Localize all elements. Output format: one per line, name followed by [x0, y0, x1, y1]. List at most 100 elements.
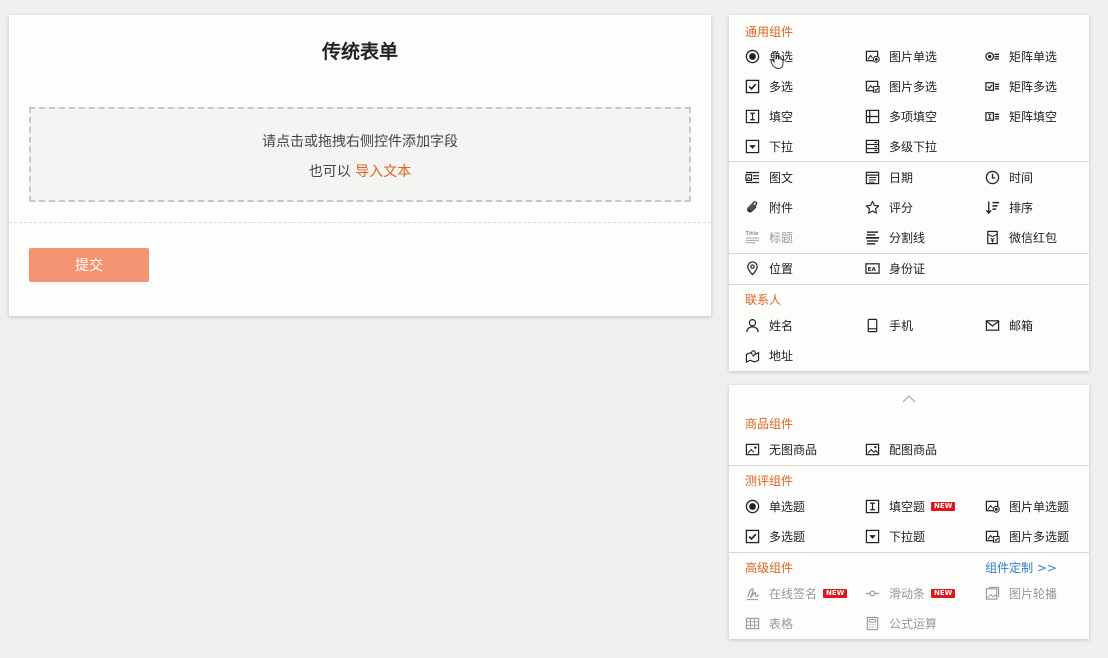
- table-icon: [745, 616, 760, 631]
- component-phone[interactable]: 手机: [865, 315, 913, 335]
- import-hint: 也可以 导入文本: [31, 161, 689, 181]
- component-eval-multi-choice[interactable]: 多选题: [745, 526, 805, 546]
- section-title-contact: 联系人: [745, 293, 782, 307]
- component-id-card[interactable]: EA 身份证: [865, 258, 925, 278]
- component-panel-basic: 通用组件 单选 图片单选 矩阵单选 多选 图片多选 矩阵多选 填空 多项填空 矩…: [729, 15, 1089, 371]
- image-radio-icon: [865, 49, 880, 64]
- section-divider: [729, 253, 1089, 254]
- component-table[interactable]: 表格: [745, 613, 793, 633]
- component-matrix-multi-choice[interactable]: 矩阵多选: [985, 76, 1057, 96]
- component-image-text[interactable]: 图文: [745, 167, 793, 187]
- image-text-icon: [745, 170, 760, 185]
- import-text-link[interactable]: 导入文本: [355, 164, 411, 180]
- calculator-icon: [865, 616, 880, 631]
- component-eval-single-choice[interactable]: 单选题: [745, 496, 805, 516]
- section-divider: [729, 284, 1089, 285]
- divider-icon: [865, 230, 880, 245]
- red-packet-icon: [985, 230, 1000, 245]
- submit-button[interactable]: 提交: [29, 248, 149, 282]
- component-formula[interactable]: 公式运算: [865, 613, 937, 633]
- component-multi-choice[interactable]: 多选: [745, 76, 793, 96]
- component-attachment[interactable]: 附件: [745, 197, 793, 217]
- paperclip-icon: [745, 200, 760, 215]
- component-matrix-fill-blank[interactable]: 矩阵填空: [985, 106, 1057, 126]
- dropdown-icon: [865, 529, 880, 544]
- component-time[interactable]: 时间: [985, 167, 1033, 187]
- matrix-field-icon: [985, 109, 1000, 124]
- component-date[interactable]: 日期: [865, 167, 913, 187]
- collapse-chevron-up-icon[interactable]: [901, 393, 917, 405]
- component-eval-fill-blank[interactable]: 填空题 NEW: [865, 496, 956, 516]
- mobile-phone-icon: [865, 318, 880, 333]
- signature-icon: [745, 586, 760, 601]
- component-single-choice[interactable]: 单选: [745, 46, 793, 66]
- component-dropdown[interactable]: 下拉: [745, 136, 793, 156]
- component-eval-dropdown[interactable]: 下拉题: [865, 526, 925, 546]
- component-image-multi-choice[interactable]: 图片多选: [865, 76, 937, 96]
- map-pin-icon: [745, 348, 760, 363]
- radio-icon: [745, 499, 760, 514]
- dropdown-icon: [745, 139, 760, 154]
- section-divider: [729, 161, 1089, 162]
- section-divider: [729, 465, 1089, 466]
- matrix-radio-icon: [985, 49, 1000, 64]
- component-eval-image-multi-choice[interactable]: 图片多选题: [985, 526, 1069, 546]
- matrix-checkbox-icon: [985, 79, 1000, 94]
- component-wechat-red-packet[interactable]: 微信红包: [985, 227, 1057, 247]
- new-badge: NEW: [823, 588, 848, 598]
- drop-hint: 请点击或拖拽右侧控件添加字段: [262, 134, 458, 150]
- svg-text:Title: Title: [745, 231, 758, 237]
- form-card: 传统表单 请点击或拖拽右侧控件添加字段 也可以 导入文本 提交: [9, 15, 711, 316]
- component-multi-fill-blank[interactable]: 多项填空: [865, 106, 937, 126]
- component-online-signature[interactable]: 在线签名 NEW: [745, 583, 848, 603]
- calendar-icon: [865, 170, 880, 185]
- component-panel-advanced: 商品组件 无图商品 配图商品 测评组件 单选题 填空题 NEW 图片单选题 多选…: [729, 385, 1089, 639]
- slider-icon: [865, 586, 880, 601]
- component-matrix-single-choice[interactable]: 矩阵单选: [985, 46, 1057, 66]
- component-goods-no-image[interactable]: 无图商品: [745, 439, 817, 459]
- radio-icon: [745, 49, 760, 64]
- component-name[interactable]: 姓名: [745, 315, 793, 335]
- component-email[interactable]: 邮箱: [985, 315, 1033, 335]
- component-cascade-dropdown[interactable]: 多级下拉: [865, 136, 937, 156]
- new-badge: NEW: [931, 501, 956, 511]
- clock-icon: [985, 170, 1000, 185]
- component-fill-blank[interactable]: 填空: [745, 106, 793, 126]
- component-goods-with-image[interactable]: 配图商品: [865, 439, 937, 459]
- component-image-carousel[interactable]: 图片轮播: [985, 583, 1057, 603]
- person-icon: [745, 318, 760, 333]
- star-icon: [865, 200, 880, 215]
- image-radio-icon: [985, 499, 1000, 514]
- drop-zone[interactable]: 请点击或拖拽右侧控件添加字段 也可以 导入文本: [29, 107, 691, 202]
- section-title-general: 通用组件: [745, 25, 794, 39]
- component-image-single-choice[interactable]: 图片单选: [865, 46, 937, 66]
- custom-component-link[interactable]: 组件定制 >>: [985, 559, 1057, 576]
- svg-text:EA: EA: [868, 267, 877, 273]
- component-slider[interactable]: 滑动条 NEW: [865, 583, 956, 603]
- component-heading[interactable]: Title 标题: [745, 227, 793, 247]
- text-field-icon: [745, 109, 760, 124]
- goods-icon: [745, 442, 760, 457]
- component-address[interactable]: 地址: [745, 345, 793, 365]
- section-title-evaluation: 测评组件: [745, 474, 794, 488]
- section-title-advanced: 高级组件: [745, 561, 794, 575]
- component-sort[interactable]: 排序: [985, 197, 1033, 217]
- mail-icon: [985, 318, 1000, 333]
- carousel-icon: [985, 586, 1000, 601]
- id-card-icon: EA: [865, 261, 880, 276]
- image-checkbox-icon: [985, 529, 1000, 544]
- component-eval-image-single-choice[interactable]: 图片单选题: [985, 496, 1069, 516]
- component-location[interactable]: 位置: [745, 258, 793, 278]
- import-prefix: 也可以: [308, 164, 351, 180]
- image-checkbox-icon: [865, 79, 880, 94]
- text-field-icon: [865, 499, 880, 514]
- title-icon: Title: [745, 230, 760, 245]
- component-rating[interactable]: 评分: [865, 197, 913, 217]
- multi-field-icon: [865, 109, 880, 124]
- form-title: 传统表单: [321, 41, 398, 63]
- component-divider-line[interactable]: 分割线: [865, 227, 925, 247]
- sort-icon: [985, 200, 1000, 215]
- checkbox-icon: [745, 529, 760, 544]
- image-icon: [865, 442, 880, 457]
- checkbox-icon: [745, 79, 760, 94]
